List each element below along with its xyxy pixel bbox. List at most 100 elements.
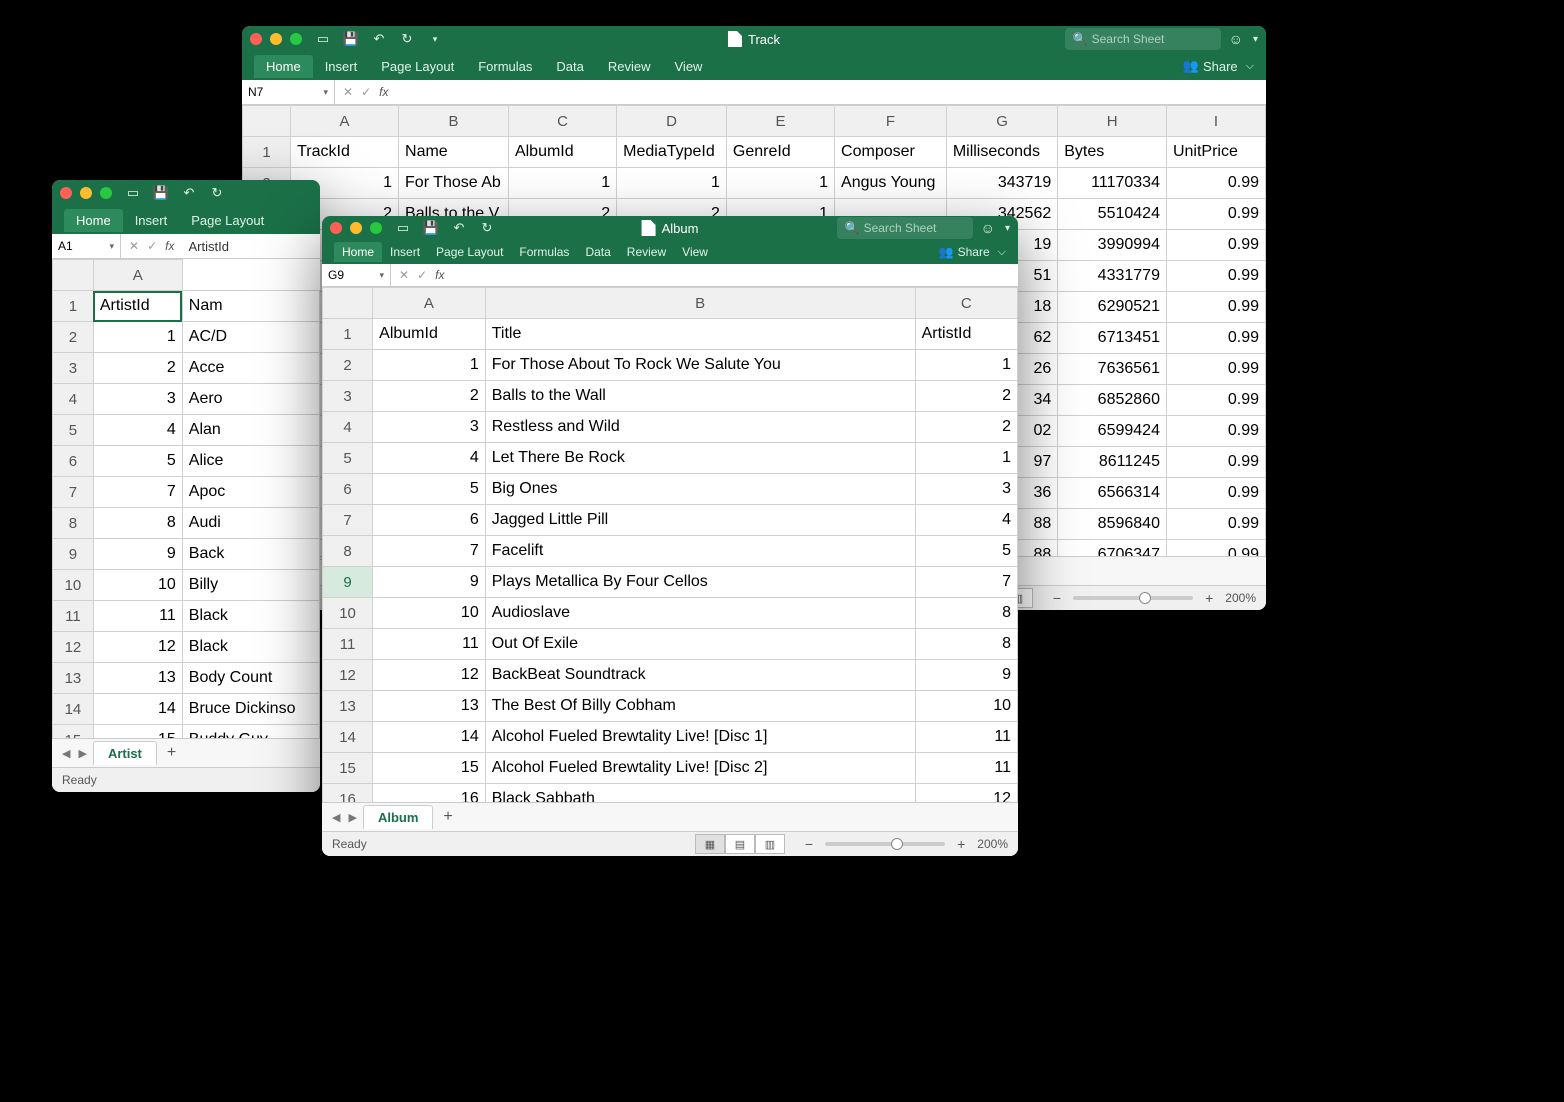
cell[interactable]: AlbumId: [508, 137, 616, 168]
row-header[interactable]: 15: [53, 725, 94, 739]
cell[interactable]: 0.99: [1166, 230, 1265, 261]
cell[interactable]: 0.99: [1166, 509, 1265, 540]
cell[interactable]: 15: [93, 725, 182, 739]
minimize-icon[interactable]: [270, 33, 282, 45]
cell[interactable]: TrackId: [291, 137, 399, 168]
search-input[interactable]: 🔍 Search Sheet: [837, 217, 973, 239]
cell[interactable]: Black Sabbath: [485, 784, 915, 803]
cell[interactable]: 4: [373, 443, 486, 474]
cell[interactable]: Billy: [182, 570, 319, 601]
pagebreak-view-icon[interactable]: ▥: [755, 834, 785, 854]
cell[interactable]: Nam: [182, 291, 319, 322]
cell[interactable]: 10: [915, 691, 1017, 722]
fx-icon[interactable]: fx: [435, 268, 444, 282]
artist-titlebar[interactable]: ▭ 💾 ↶ ↻: [52, 180, 320, 206]
ribbon-tab-pagelayout[interactable]: Page Layout: [179, 209, 276, 232]
row-header[interactable]: 14: [323, 722, 373, 753]
row-header[interactable]: 1: [53, 291, 94, 322]
close-icon[interactable]: [60, 187, 72, 199]
cell[interactable]: 16: [373, 784, 486, 803]
chevron-down-icon[interactable]: ▾: [1005, 223, 1010, 234]
close-icon[interactable]: [330, 222, 342, 234]
traffic-lights[interactable]: [60, 187, 112, 199]
cell[interactable]: 8: [915, 598, 1017, 629]
album-titlebar[interactable]: ▭ 💾 ↶ ↻ Album 🔍 Search Sheet ☺ ▾: [322, 216, 1018, 240]
save-icon[interactable]: 💾: [422, 219, 440, 237]
row-header[interactable]: 7: [53, 477, 94, 508]
redo-icon[interactable]: ↻: [478, 219, 496, 237]
row-header[interactable]: 6: [53, 446, 94, 477]
zoom-out-icon[interactable]: −: [801, 836, 817, 852]
cell[interactable]: 0.99: [1166, 540, 1265, 557]
chevron-down-icon[interactable]: ▾: [1253, 34, 1258, 45]
cell[interactable]: 6290521: [1058, 292, 1167, 323]
search-input[interactable]: 🔍 Search Sheet: [1065, 28, 1221, 50]
cell[interactable]: 3990994: [1058, 230, 1167, 261]
col-header-D[interactable]: D: [617, 106, 727, 137]
ribbon-tab-pagelayout[interactable]: Page Layout: [428, 242, 511, 262]
cell[interactable]: 7: [915, 567, 1017, 598]
cell[interactable]: Title: [485, 319, 915, 350]
cell[interactable]: 11: [915, 722, 1017, 753]
zoom-icon[interactable]: [290, 33, 302, 45]
cell[interactable]: Balls to the Wall: [485, 381, 915, 412]
ribbon-tab-formulas[interactable]: Formulas: [466, 55, 544, 78]
cell[interactable]: For Those Ab: [399, 168, 509, 199]
cell[interactable]: 2: [373, 381, 486, 412]
enter-formula-icon[interactable]: ✓: [147, 239, 157, 253]
cell[interactable]: 11170334: [1058, 168, 1167, 199]
cell[interactable]: 7636561: [1058, 354, 1167, 385]
enter-formula-icon[interactable]: ✓: [361, 85, 371, 99]
cell[interactable]: Audioslave: [485, 598, 915, 629]
share-button[interactable]: 👥Share: [1183, 58, 1238, 74]
formula-input[interactable]: ArtistId: [182, 239, 320, 254]
sheet-tab-artist[interactable]: Artist: [93, 741, 157, 765]
cell[interactable]: 10: [373, 598, 486, 629]
cell[interactable]: 5: [373, 474, 486, 505]
add-sheet-icon[interactable]: +: [159, 744, 184, 762]
cell[interactable]: 2: [915, 381, 1017, 412]
cell[interactable]: AlbumId: [373, 319, 486, 350]
zoom-slider[interactable]: [825, 842, 945, 846]
row-header[interactable]: 1: [243, 137, 291, 168]
cell[interactable]: 0.99: [1166, 168, 1265, 199]
name-box[interactable]: G9 ▾: [322, 264, 391, 286]
fx-icon[interactable]: fx: [165, 239, 174, 253]
ribbon-tab-home[interactable]: Home: [254, 55, 313, 78]
share-button[interactable]: 👥Share: [939, 245, 990, 259]
cell[interactable]: 8611245: [1058, 447, 1167, 478]
row-header[interactable]: 3: [323, 381, 373, 412]
cell[interactable]: 9: [915, 660, 1017, 691]
row-header[interactable]: 5: [53, 415, 94, 446]
cell[interactable]: For Those About To Rock We Salute You: [485, 350, 915, 381]
cell[interactable]: Name: [399, 137, 509, 168]
row-header[interactable]: 6: [323, 474, 373, 505]
fx-icon[interactable]: fx: [379, 85, 388, 99]
autosave-icon[interactable]: ▭: [394, 219, 412, 237]
cell[interactable]: 5510424: [1058, 199, 1167, 230]
traffic-lights[interactable]: [330, 222, 382, 234]
cell[interactable]: Buddy Guy: [182, 725, 319, 739]
cell[interactable]: 3: [373, 412, 486, 443]
name-box[interactable]: A1 ▾: [52, 234, 121, 258]
zoom-in-icon[interactable]: +: [953, 836, 969, 852]
ribbon-tab-insert[interactable]: Insert: [123, 209, 180, 232]
namebox-dropdown-icon[interactable]: ▾: [323, 87, 328, 98]
col-header-A[interactable]: A: [291, 106, 399, 137]
ribbon-collapse-icon[interactable]: ⌵: [1246, 60, 1254, 73]
cell[interactable]: 3: [915, 474, 1017, 505]
cell[interactable]: 12: [373, 660, 486, 691]
row-header[interactable]: 14: [53, 694, 94, 725]
cell[interactable]: 2: [93, 353, 182, 384]
cell[interactable]: 8596840: [1058, 509, 1167, 540]
cell[interactable]: 14: [373, 722, 486, 753]
zoom-icon[interactable]: [370, 222, 382, 234]
cell[interactable]: Alcohol Fueled Brewtality Live! [Disc 2]: [485, 753, 915, 784]
row-header[interactable]: 2: [323, 350, 373, 381]
ribbon-tab-review[interactable]: Review: [619, 242, 674, 262]
cell[interactable]: 0.99: [1166, 447, 1265, 478]
cell[interactable]: 6: [373, 505, 486, 536]
cell[interactable]: Alcohol Fueled Brewtality Live! [Disc 1]: [485, 722, 915, 753]
ribbon-tab-data[interactable]: Data: [577, 242, 618, 262]
cell[interactable]: 343719: [946, 168, 1057, 199]
